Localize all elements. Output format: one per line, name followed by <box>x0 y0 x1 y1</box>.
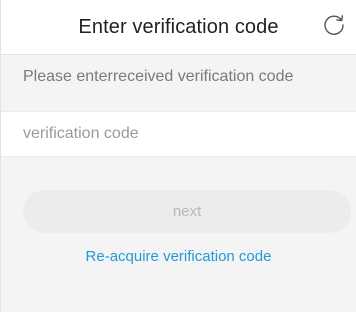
next-button[interactable]: next <box>23 190 351 233</box>
verification-screen: Enter verification code Please enterrece… <box>0 0 356 312</box>
refresh-button[interactable] <box>319 12 349 42</box>
reacquire-code-link[interactable]: Re-acquire verification code <box>1 248 356 265</box>
verification-code-input[interactable] <box>1 112 356 156</box>
refresh-icon <box>322 13 346 42</box>
page-title: Enter verification code <box>78 16 279 38</box>
header-bar: Enter verification code <box>1 0 356 55</box>
verification-code-field <box>1 111 356 157</box>
instruction-text: Please enterreceived verification code <box>23 68 294 85</box>
